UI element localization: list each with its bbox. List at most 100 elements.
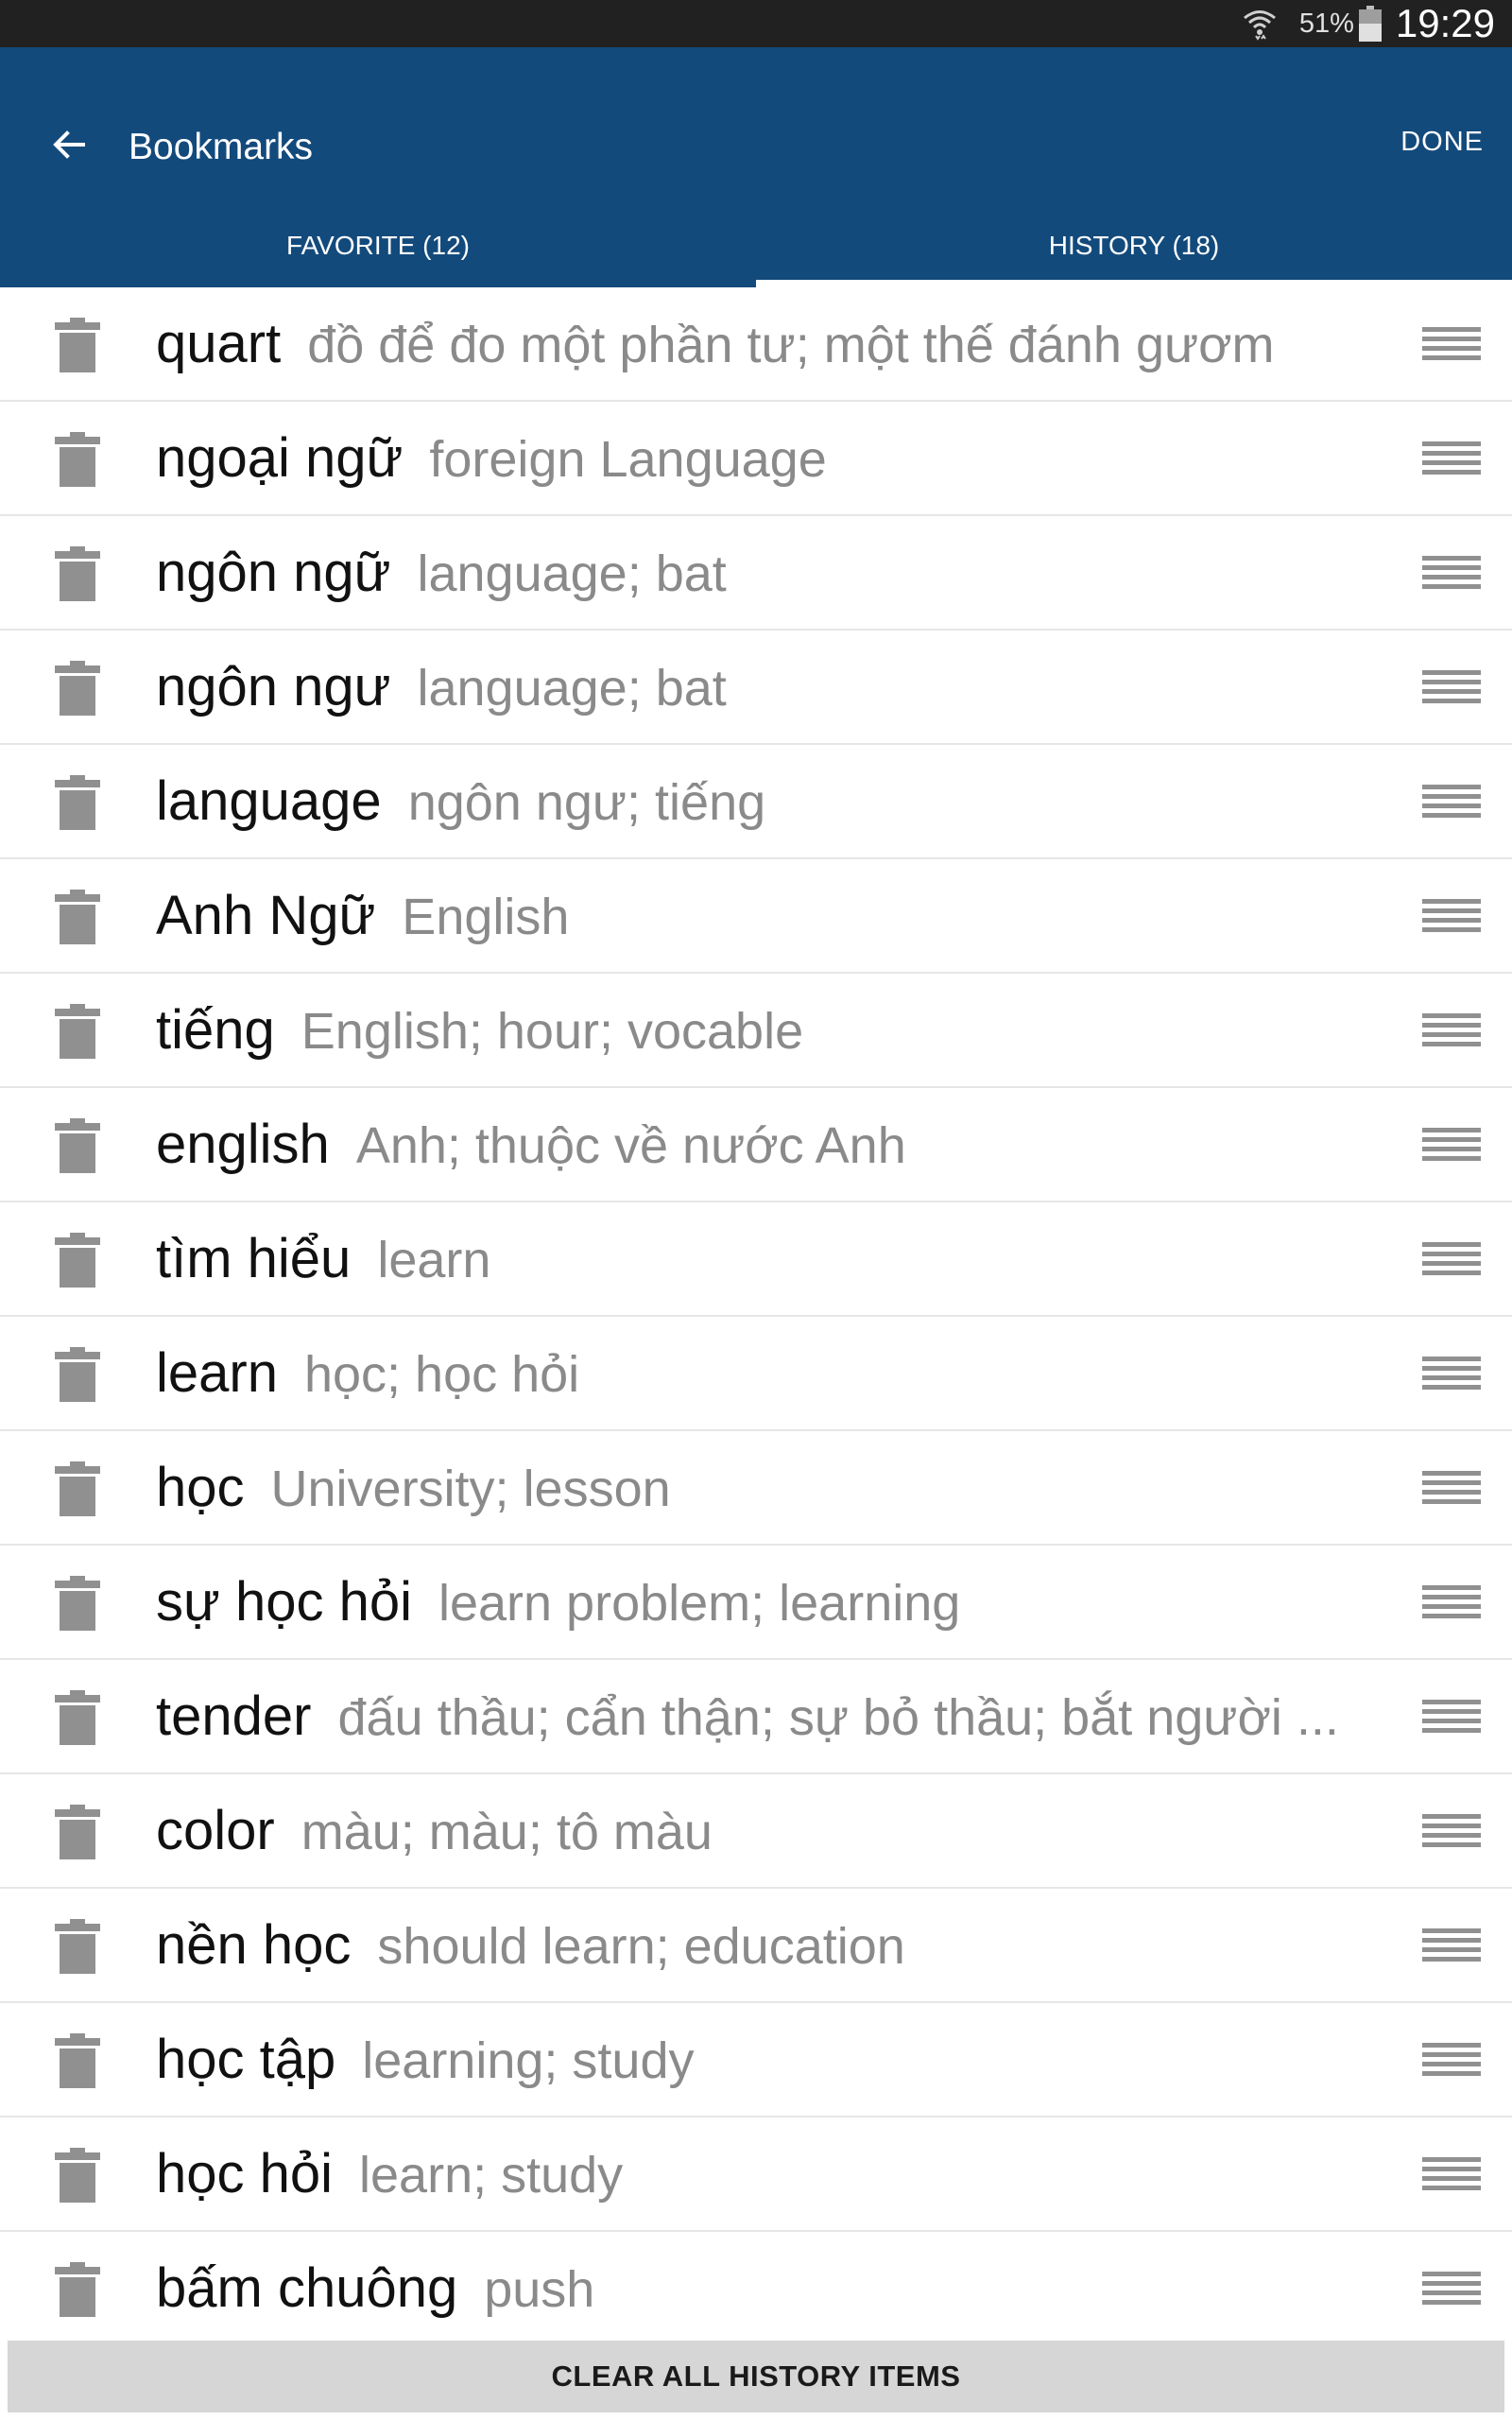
- entry-term: quart: [156, 313, 282, 374]
- entry-text: learn học; học hỏi: [156, 1317, 1375, 1429]
- clear-history-button[interactable]: CLEAR ALL HISTORY ITEMS: [8, 2341, 1504, 2412]
- app-bar: Bookmarks DONE FAVORITE (12) HISTORY (18…: [0, 47, 1512, 287]
- drag-handle-icon[interactable]: [1422, 899, 1481, 933]
- list-item[interactable]: tender đấu thầu; cẩn thận; sự bỏ thầu; bắ…: [0, 1660, 1512, 1774]
- trash-icon[interactable]: [55, 1461, 100, 1516]
- list-item[interactable]: tìm hiểu learn: [0, 1202, 1512, 1317]
- entry-meaning: learn: [377, 1232, 491, 1288]
- trash-icon[interactable]: [55, 432, 100, 487]
- drag-handle-icon[interactable]: [1422, 1242, 1481, 1276]
- entry-text: language ngôn ngư; tiếng: [156, 745, 1375, 857]
- tab-bar: FAVORITE (12) HISTORY (18): [0, 210, 1512, 287]
- entry-meaning: University; lesson: [270, 1461, 671, 1517]
- drag-handle-icon[interactable]: [1422, 556, 1481, 590]
- drag-handle-icon[interactable]: [1422, 441, 1481, 475]
- drag-handle-icon[interactable]: [1422, 1585, 1481, 1619]
- entry-text: ngôn ngư language; bat: [156, 631, 1375, 743]
- trash-icon[interactable]: [55, 1347, 100, 1402]
- trash-icon[interactable]: [55, 1004, 100, 1059]
- drag-handle-icon[interactable]: [1422, 327, 1481, 361]
- list-item[interactable]: learn học; học hỏi: [0, 1317, 1512, 1431]
- drag-handle-icon[interactable]: [1422, 1814, 1481, 1848]
- entry-meaning: English: [402, 889, 570, 945]
- entry-text: color màu; màu; tô màu: [156, 1774, 1375, 1887]
- entry-meaning: learning; study: [362, 2032, 695, 2089]
- history-list[interactable]: quart đồ để đo một phần tư; một thế đánh …: [0, 287, 1512, 2339]
- drag-handle-icon[interactable]: [1422, 2272, 1481, 2306]
- page-title: Bookmarks: [129, 127, 314, 167]
- entry-term: tiếng: [156, 999, 275, 1061]
- entry-term: nền học: [156, 1914, 352, 1976]
- entry-text: bấm chuông push: [156, 2232, 1375, 2339]
- wifi-icon: [1243, 10, 1276, 41]
- list-item[interactable]: quart đồ để đo một phần tư; một thế đánh …: [0, 287, 1512, 402]
- list-item[interactable]: tiếng English; hour; vocable: [0, 974, 1512, 1088]
- entry-text: nền học should learn; education: [156, 1889, 1375, 2001]
- drag-handle-icon[interactable]: [1422, 1471, 1481, 1505]
- trash-icon[interactable]: [55, 2262, 100, 2317]
- entry-term: học: [156, 1457, 245, 1518]
- drag-handle-icon[interactable]: [1422, 2043, 1481, 2077]
- trash-icon[interactable]: [55, 1805, 100, 1859]
- entry-meaning: language; bat: [417, 660, 727, 717]
- list-item[interactable]: học tập learning; study: [0, 2003, 1512, 2118]
- tab-favorite[interactable]: FAVORITE (12): [0, 210, 756, 287]
- drag-handle-icon[interactable]: [1422, 1013, 1481, 1047]
- trash-icon[interactable]: [55, 546, 100, 601]
- trash-icon[interactable]: [55, 775, 100, 830]
- battery-percentage: 51%: [1298, 8, 1354, 39]
- drag-handle-icon[interactable]: [1422, 1128, 1481, 1162]
- list-item[interactable]: bấm chuông push: [0, 2232, 1512, 2339]
- done-button[interactable]: DONE: [1400, 127, 1484, 158]
- trash-icon[interactable]: [55, 1576, 100, 1631]
- drag-handle-icon[interactable]: [1422, 2157, 1481, 2191]
- entry-meaning: Anh; thuộc về nước Anh: [355, 1117, 906, 1174]
- list-item[interactable]: color màu; màu; tô màu: [0, 1774, 1512, 1889]
- entry-meaning: learn problem; learning: [438, 1575, 961, 1632]
- entry-term: sự học hỏi: [156, 1571, 412, 1633]
- status-bar: 51% 19:29: [0, 0, 1512, 47]
- list-item[interactable]: english Anh; thuộc về nước Anh: [0, 1088, 1512, 1202]
- list-item[interactable]: ngôn ngư language; bat: [0, 631, 1512, 745]
- entry-term: ngôn ngữ: [156, 542, 391, 603]
- trash-icon[interactable]: [55, 2033, 100, 2088]
- list-item[interactable]: học hỏi learn; study: [0, 2118, 1512, 2232]
- trash-icon[interactable]: [55, 661, 100, 716]
- trash-icon[interactable]: [55, 1118, 100, 1173]
- drag-handle-icon[interactable]: [1422, 785, 1481, 819]
- entry-term: learn: [156, 1342, 278, 1404]
- back-button[interactable]: [40, 115, 98, 174]
- battery-icon: [1358, 6, 1382, 42]
- trash-icon[interactable]: [55, 890, 100, 944]
- entry-meaning: language; bat: [417, 545, 727, 602]
- trash-icon[interactable]: [55, 2148, 100, 2203]
- entry-text: tiếng English; hour; vocable: [156, 974, 1375, 1086]
- entry-text: ngoại ngữ foreign Language: [156, 402, 1375, 514]
- list-item[interactable]: ngôn ngữ language; bat: [0, 516, 1512, 631]
- entry-text: Anh Ngữ English: [156, 859, 1375, 972]
- drag-handle-icon[interactable]: [1422, 1928, 1481, 1962]
- entry-term: học hỏi: [156, 2143, 334, 2204]
- list-item[interactable]: language ngôn ngư; tiếng: [0, 745, 1512, 859]
- trash-icon[interactable]: [55, 318, 100, 372]
- entry-meaning: should learn; education: [377, 1918, 905, 1975]
- tab-history[interactable]: HISTORY (18): [756, 210, 1512, 287]
- entry-term: học tập: [156, 2029, 336, 2090]
- entry-text: quart đồ để đo một phần tư; một thế đánh …: [156, 287, 1375, 400]
- entry-text: học University; lesson: [156, 1431, 1375, 1544]
- entry-text: tender đấu thầu; cẩn thận; sự bỏ thầu; bắ…: [156, 1660, 1375, 1772]
- entry-meaning: màu; màu; tô màu: [301, 1804, 713, 1860]
- entry-text: ngôn ngữ language; bat: [156, 516, 1375, 629]
- list-item[interactable]: sự học hỏi learn problem; learning: [0, 1546, 1512, 1660]
- entry-meaning: ngôn ngư; tiếng: [407, 774, 766, 831]
- trash-icon[interactable]: [55, 1919, 100, 1974]
- trash-icon[interactable]: [55, 1233, 100, 1288]
- list-item[interactable]: nền học should learn; education: [0, 1889, 1512, 2003]
- list-item[interactable]: Anh Ngữ English: [0, 859, 1512, 974]
- drag-handle-icon[interactable]: [1422, 670, 1481, 704]
- list-item[interactable]: ngoại ngữ foreign Language: [0, 402, 1512, 516]
- drag-handle-icon[interactable]: [1422, 1700, 1481, 1734]
- list-item[interactable]: học University; lesson: [0, 1431, 1512, 1546]
- trash-icon[interactable]: [55, 1690, 100, 1745]
- drag-handle-icon[interactable]: [1422, 1357, 1481, 1391]
